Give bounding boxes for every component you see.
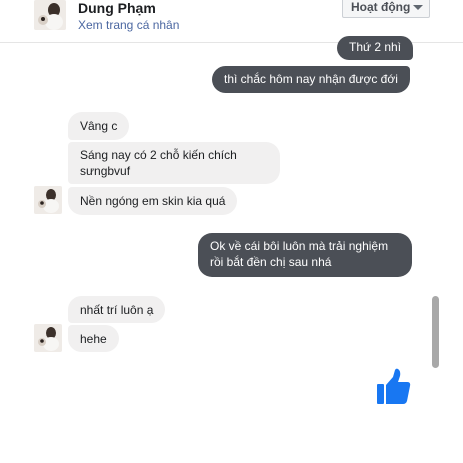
caret-down-icon [413,5,423,10]
contact-name[interactable]: Dung Phạm [78,0,156,16]
message-bubble-incoming[interactable]: nhất trí luôn ạ [68,296,166,323]
like-button[interactable] [376,368,412,406]
message-line: sưngbvuf [80,164,131,178]
message-line: Ok về cái bôi luôn mà trải nghiệm [210,239,389,253]
message-line: rồi bắt đền chị sau nhá [210,255,332,269]
message-bubble-incoming[interactable]: hehe [68,325,119,352]
message-bubble-outgoing[interactable]: thì chắc hôm nay nhận được đới [212,66,410,93]
message-bubble-outgoing[interactable]: Ok về cái bôi luôn mà trải nghiệm rồi bắ… [198,233,412,277]
activity-dropdown-button[interactable]: Hoạt động [342,0,430,18]
contact-avatar[interactable] [34,0,66,30]
chat-scrollbar[interactable] [432,296,439,368]
contact-avatar[interactable] [34,324,62,352]
view-profile-link[interactable]: Xem trang cá nhân [78,18,179,32]
message-bubble-incoming[interactable]: Vâng c [68,112,130,140]
message-line: Sáng nay có 2 chỗ kiến chích [80,148,237,162]
message-bubble-incoming[interactable]: Nền ngóng em skin kia quá [68,187,238,215]
messenger-chat-window: Dung Phạm Xem trang cá nhân Hoạt động Th… [0,0,463,463]
thumbs-up-icon [377,368,411,404]
message-bubble-outgoing[interactable]: Thứ 2 nhì [337,36,414,60]
message-bubble-incoming[interactable]: Sáng nay có 2 chỗ kiến chích sưngbvuf [68,142,280,184]
activity-button-label: Hoạt động [351,0,411,14]
contact-avatar[interactable] [34,186,62,214]
